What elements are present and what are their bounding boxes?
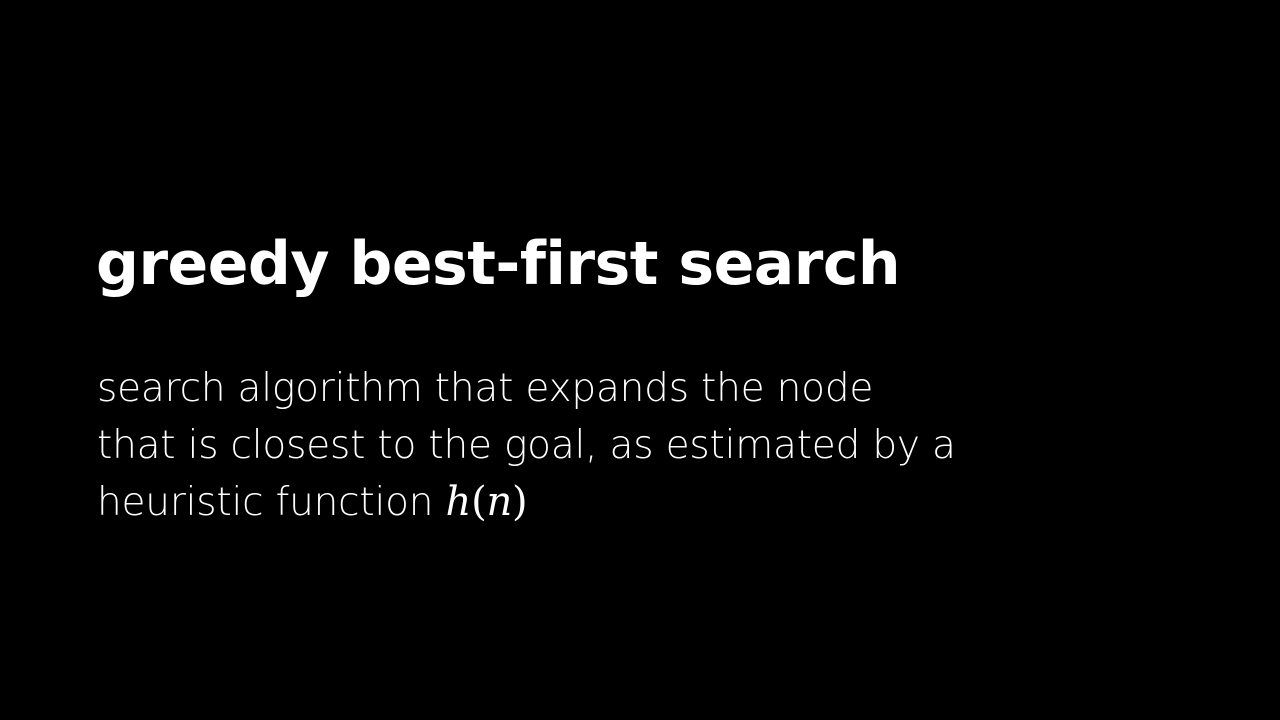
definition-line-3: heuristic function h(n): [97, 474, 1217, 531]
formula-argument: n: [486, 479, 513, 525]
formula-open-paren: (: [471, 479, 487, 525]
slide: greedy best-first search search algorith…: [0, 0, 1280, 720]
definition-text: search algorithm that expands the node t…: [97, 360, 1217, 531]
definition-line-3-text: heuristic function: [97, 480, 434, 525]
definition-line-2: that is closest to the goal, as estimate…: [97, 423, 956, 468]
heuristic-formula: h(n): [446, 479, 528, 525]
slide-title: greedy best-first search: [96, 229, 901, 299]
formula-function: h: [445, 479, 472, 525]
definition-line-1: search algorithm that expands the node: [97, 366, 874, 411]
formula-close-paren: ): [512, 479, 528, 525]
